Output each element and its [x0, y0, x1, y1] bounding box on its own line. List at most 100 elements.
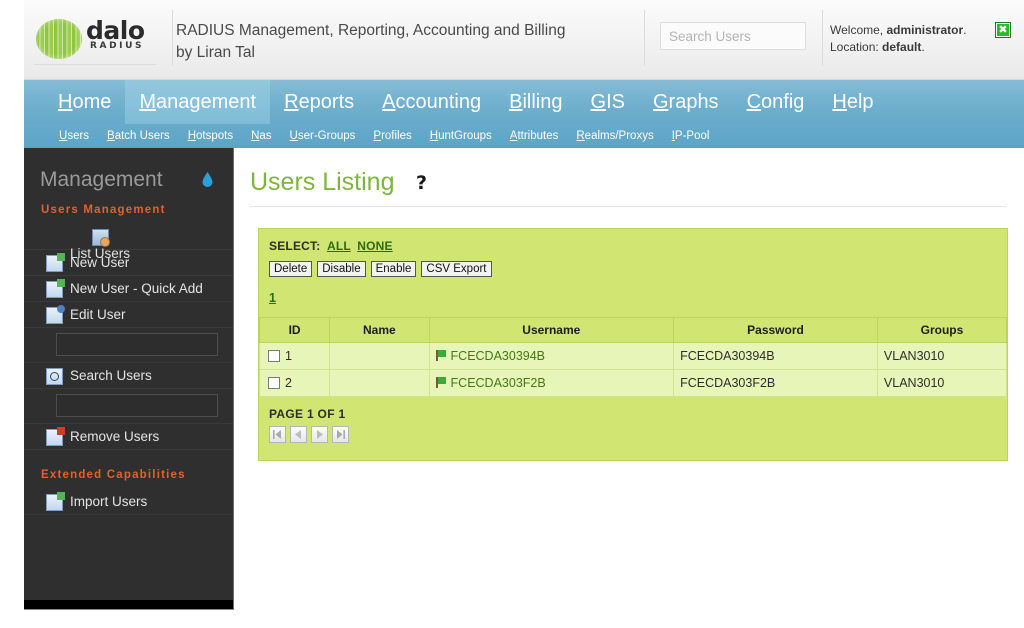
nav-item-management[interactable]: Management	[125, 80, 271, 124]
pagination-controls	[269, 426, 997, 448]
page-link-1[interactable]: 1	[269, 291, 276, 305]
status-flag-icon	[435, 377, 447, 388]
search-users-icon	[46, 368, 63, 385]
subnav-item-nas[interactable]: Nas	[242, 124, 280, 148]
title-divider	[250, 206, 1006, 207]
dalo-radius-logo[interactable]: dalo RADIUS	[28, 14, 174, 66]
search-users-sidebar-input[interactable]	[56, 394, 218, 417]
nav-item-home[interactable]: Home	[44, 80, 125, 124]
sidebar-item-new-user[interactable]: New User	[24, 250, 233, 276]
welcome-username: administrator	[886, 23, 964, 37]
icon-badge	[57, 279, 65, 287]
welcome-suffix: .	[963, 23, 967, 37]
subnav-item-profiles[interactable]: Profiles	[364, 124, 420, 148]
nav-item-gis[interactable]: GIS	[577, 80, 639, 124]
new-user-icon	[46, 253, 65, 272]
previous-page-button[interactable]	[290, 426, 307, 443]
app-window: dalo RADIUS RADIUS Management, Reporting…	[0, 0, 1024, 628]
location-suffix: .	[921, 40, 925, 54]
new-user-quick-add-icon	[46, 279, 65, 298]
subnav-item-realms-proxys[interactable]: Realms/Proxys	[567, 124, 662, 148]
subnav-item-users[interactable]: Users	[50, 124, 98, 148]
sidebar-section-users-management: Users Management	[41, 204, 166, 216]
sidebar-item-label: Remove Users	[70, 429, 160, 444]
disable-button[interactable]: Disable	[317, 261, 366, 277]
subnav-item-batch-users[interactable]: Batch Users	[98, 124, 179, 148]
welcome-block: Welcome, administrator. Location: defaul…	[830, 22, 1020, 56]
sidebar-section-extended-capabilities: Extended Capabilities	[41, 469, 186, 481]
cell-id-value: 2	[285, 376, 292, 390]
enable-button[interactable]: Enable	[370, 261, 417, 277]
nav-item-graphs[interactable]: Graphs	[639, 80, 733, 124]
edit-user-icon	[46, 305, 65, 324]
status-flag-icon	[435, 350, 447, 361]
subnav-item-hotspots[interactable]: Hotspots	[179, 124, 242, 148]
page-title: Users Listing	[250, 168, 395, 196]
sidebar-item-label: New User	[70, 255, 130, 270]
import-users-icon	[46, 492, 65, 511]
sidebar-item-search-users[interactable]: Search Users	[24, 363, 233, 389]
water-drop-icon	[202, 172, 213, 187]
users-listing-panel: SELECT: ALL NONE Delete Disable Enable CSV …	[258, 228, 1008, 461]
help-icon[interactable]: ?	[416, 172, 427, 194]
logo-divider	[34, 64, 156, 65]
column-header-password: Password	[673, 317, 878, 343]
icon-badge	[57, 253, 65, 261]
sidebar-item-label: New User - Quick Add	[70, 281, 203, 296]
sidebar-item-import-users[interactable]: Import Users	[24, 489, 233, 515]
sidebar-title: Management	[40, 168, 163, 191]
edit-user-input[interactable]	[56, 333, 218, 356]
subnav-item-ip-pool[interactable]: IP-Pool	[663, 124, 719, 148]
header-divider-mid	[644, 10, 645, 66]
username-link[interactable]: FCECDA30394B	[451, 349, 546, 363]
sidebar-item-label: Edit User	[70, 307, 126, 322]
last-page-button[interactable]	[332, 426, 349, 443]
table-header-row: ID Name Username Password Groups	[258, 317, 1008, 343]
nav-item-reports[interactable]: Reports	[270, 80, 368, 124]
table-row: 2 FCECDA303F2B FCECDA303F2B VLAN3010	[258, 369, 1008, 397]
subnav-item-user-groups[interactable]: User-Groups	[281, 124, 365, 148]
sidebar-item-list-users[interactable]: List Users	[24, 224, 233, 261]
sidebar-item-remove-users[interactable]: Remove Users	[24, 424, 233, 450]
select-all-link[interactable]: ALL	[327, 239, 351, 253]
location-line: Location: default.	[830, 39, 1020, 56]
search-users-input[interactable]	[660, 22, 806, 50]
subnav-item-huntgroups[interactable]: HuntGroups	[421, 124, 501, 148]
cell-username: FCECDA30394B	[428, 342, 675, 370]
page-number-row: 1	[259, 289, 1007, 317]
logo-subtext: RADIUS	[90, 41, 145, 51]
app-title-line2: by Liran Tal	[176, 44, 255, 61]
sidebar: Management Users Management List Users Ne…	[24, 148, 234, 608]
sidebar-item-label: Search Users	[70, 368, 152, 383]
cell-name	[329, 342, 430, 370]
welcome-prefix: Welcome,	[830, 23, 887, 37]
csv-export-button[interactable]: CSV Export	[421, 261, 492, 277]
cell-password: FCECDA30394B	[673, 342, 878, 370]
sidebar-item-edit-user[interactable]: Edit User	[24, 302, 233, 328]
nav-item-billing[interactable]: Billing	[495, 80, 576, 124]
select-label: SELECT:	[269, 239, 321, 253]
sub-navigation: Users Batch Users Hotspots Nas User-Groups Pr…	[24, 124, 1024, 148]
delete-button[interactable]: Delete	[269, 261, 313, 277]
column-header-username: Username	[428, 317, 675, 343]
row-select-checkbox[interactable]	[268, 377, 280, 389]
nav-item-config[interactable]: Config	[733, 80, 819, 124]
next-page-button[interactable]	[311, 426, 328, 443]
main-content: Users Listing ? SELECT: ALL NONE Delete D…	[234, 148, 1024, 610]
cell-id-value: 1	[285, 349, 292, 363]
cell-username: FCECDA303F2B	[428, 369, 675, 397]
subnav-item-attributes[interactable]: Attributes	[501, 124, 568, 148]
sidebar-item-new-user-quick-add[interactable]: New User - Quick Add	[24, 276, 233, 302]
nav-item-accounting[interactable]: Accounting	[368, 80, 495, 124]
logout-close-icon[interactable]: ✖	[995, 22, 1011, 38]
main-navigation: Home Management Reports Accounting Billing GI…	[24, 80, 1024, 124]
cell-groups: VLAN3010	[876, 369, 1008, 397]
username-link[interactable]: FCECDA303F2B	[451, 376, 546, 390]
row-select-checkbox[interactable]	[268, 350, 280, 362]
first-page-button[interactable]	[269, 426, 286, 443]
table-footer: PAGE 1 OF 1	[259, 397, 1007, 460]
icon-badge	[57, 305, 65, 313]
select-none-link[interactable]: NONE	[357, 239, 392, 253]
nav-item-help[interactable]: Help	[818, 80, 887, 124]
column-header-name: Name	[329, 317, 430, 343]
